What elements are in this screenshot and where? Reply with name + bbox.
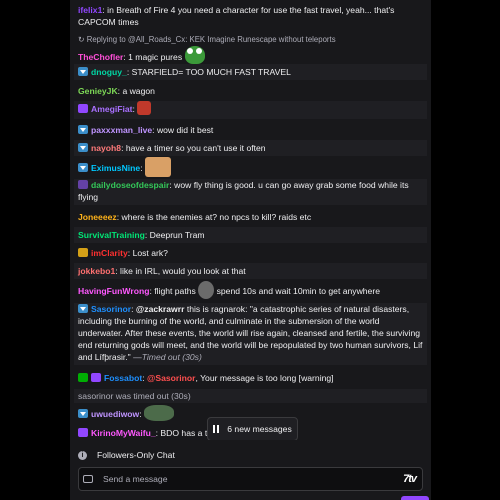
reply-text: Replying to @All_Roads_Cx: KEK Imagine R… <box>86 35 336 44</box>
username[interactable]: SurvivalTraining <box>78 230 145 240</box>
chat-message: dnoguy_: STARFIELD= TOO MUCH FAST TRAVEL <box>74 64 427 80</box>
subscriber-badge-icon[interactable] <box>78 428 88 437</box>
username[interactable]: GenieyJK <box>78 86 118 96</box>
message-text: 1 magic pures <box>128 52 183 62</box>
message-text: , Your message is too long [warning] <box>195 373 334 383</box>
chat-message: ifelix1: in Breath of Fire 4 you need a … <box>78 5 395 27</box>
bits-badge-icon[interactable] <box>78 248 88 257</box>
message-text: in Breath of Fire 4 you need a character… <box>78 5 395 27</box>
message-text: wow did it best <box>156 125 214 135</box>
username[interactable]: imClarity <box>91 248 128 258</box>
chat-panel: ifelix1: in Breath of Fire 4 you need a … <box>70 0 431 500</box>
username[interactable]: jokkebo1 <box>78 266 115 276</box>
chat-message: AmegiFiat: <box>74 101 427 119</box>
username[interactable]: nayoh8 <box>91 143 121 153</box>
vip-badge-icon[interactable] <box>78 143 88 152</box>
username[interactable]: dnoguy_ <box>91 67 127 77</box>
message-text: where is the enemies at? no npcs to kill… <box>121 212 312 222</box>
cat-emote-icon <box>144 157 171 177</box>
emote-icon <box>137 101 152 115</box>
message-text: have a timer so you can't use it often <box>125 143 266 153</box>
reply-icon: ↻ <box>78 35 87 44</box>
pause-icon <box>213 425 220 433</box>
chat-message: EximusNine: <box>74 157 427 179</box>
new-messages-label: 6 new messages <box>227 424 292 434</box>
chat-input[interactable]: Send a message 7tv <box>78 467 423 491</box>
emote-picker-icon[interactable] <box>83 475 93 483</box>
turtle-emote-icon <box>144 405 174 421</box>
chat-message: imClarity: Lost ark? <box>74 245 427 261</box>
message-text: like in IRL, would you look at that <box>120 266 246 276</box>
subscriber-badge-icon[interactable] <box>78 104 88 113</box>
chat-message: jokkebo1: like in IRL, would you look at… <box>74 263 427 279</box>
chat-message: Joneeeez: where is the enemies at? no np… <box>78 212 312 222</box>
followers-only-label: Followers-Only Chat <box>97 450 175 460</box>
username[interactable]: TheChofler <box>78 52 123 62</box>
chat-message: dailydoseofdespair: wow fly thing is goo… <box>74 179 427 205</box>
message-text: STARFIELD= TOO MUCH FAST TRAVEL <box>131 67 291 77</box>
frog-emote-icon <box>184 46 205 64</box>
7tv-logo-icon[interactable]: 7tv <box>403 473 417 485</box>
chat-input-placeholder: Send a message <box>103 474 168 484</box>
chat-message: nayoh8: have a timer so you can't use it… <box>74 140 427 156</box>
checkmark-badge-icon[interactable] <box>78 373 88 382</box>
timeout-notice: sasorinor was timed out (30s) <box>78 391 191 401</box>
prime-badge-icon[interactable] <box>78 180 88 189</box>
vip-badge-icon[interactable] <box>78 67 88 76</box>
username[interactable]: KirinoMyWaifu_ <box>91 428 156 438</box>
chat-message: HavingFunWrong: flight paths spend 10s a… <box>74 281 427 301</box>
reply-context[interactable]: ↻ Replying to @All_Roads_Cx: KEK Imagine… <box>78 34 423 46</box>
username[interactable]: EximusNine <box>91 163 140 173</box>
vip-badge-icon[interactable] <box>78 409 88 418</box>
info-icon: i <box>78 450 87 460</box>
chat-message: Sasorinor: @zackrawrr this is ragnarok: … <box>74 303 427 365</box>
chat-input-area: i Followers-Only Chat Send a message 7tv <box>70 440 431 500</box>
message-text: BDO has a te <box>160 428 212 438</box>
chat-message: ↻ Replying to @All_Roads_Cx: KEK Imagine… <box>74 34 427 64</box>
username[interactable]: Sasorinor <box>91 304 131 314</box>
mention[interactable]: @zackrawrr <box>136 304 185 314</box>
message-text-2: spend 10s and wait 10min to get anywhere <box>216 286 380 296</box>
vip-badge-icon[interactable] <box>78 163 88 172</box>
system-message: sasorinor was timed out (30s) <box>74 389 427 403</box>
bot-badge-icon[interactable] <box>91 373 101 382</box>
new-messages-button[interactable]: 6 new messages <box>207 417 298 441</box>
username[interactable]: uwuediwow <box>91 409 139 419</box>
chat-message: paxxxman_live: wow did it best <box>74 122 427 138</box>
chat-message: SurvivalTraining: Deeprun Tram <box>74 227 427 243</box>
username[interactable]: dailydoseofdespair <box>91 180 169 190</box>
chat-message: Fossabot: @Sasorinor, Your message is to… <box>74 370 427 386</box>
face-emote-icon <box>198 281 215 299</box>
message-text: Lost ark? <box>132 248 168 258</box>
message-text: a wagon <box>122 86 155 96</box>
chat-message: GenieyJK: a wagon <box>78 86 155 96</box>
username[interactable]: ifelix1 <box>78 5 102 15</box>
username[interactable]: HavingFunWrong <box>78 286 149 296</box>
username[interactable]: paxxxman_live <box>91 125 152 135</box>
message-text: Deeprun Tram <box>149 230 205 240</box>
timed-out-label: —Timed out (30s) <box>133 352 202 362</box>
mention[interactable]: @Sasorinor <box>147 373 196 383</box>
username[interactable]: AmegiFiat <box>91 104 133 114</box>
vip-badge-icon[interactable] <box>78 125 88 134</box>
vip-badge-icon[interactable] <box>78 304 88 313</box>
username[interactable]: Fossabot <box>104 373 142 383</box>
username[interactable]: Joneeeez <box>78 212 117 222</box>
message-text: flight paths <box>154 286 196 296</box>
chat-send-button[interactable] <box>401 496 429 500</box>
followers-only-banner: i Followers-Only Chat <box>78 446 423 464</box>
